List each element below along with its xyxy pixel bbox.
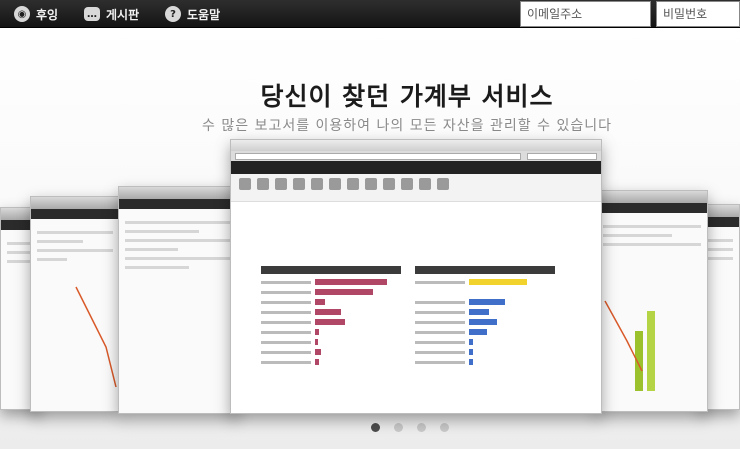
nav-help-label: 도움말	[187, 7, 221, 22]
nav-help[interactable]: ? 도움말	[165, 0, 220, 28]
nav-home[interactable]: ◉ 후잉	[14, 0, 58, 28]
carousel-dot-2[interactable]	[394, 423, 403, 432]
report-screenshot-right-1	[596, 190, 708, 412]
report-screenshot-main	[230, 139, 602, 414]
hero-subtitle: 수 많은 보고서를 이용하여 나의 모든 자산을 관리할 수 있습니다	[202, 118, 612, 134]
bar-chart-thumbnail	[604, 300, 655, 391]
report-screenshot-left-2	[30, 196, 120, 412]
carousel-dot-3[interactable]	[417, 423, 426, 432]
top-nav-bar: ◉ 후잉 … 게시판 ? 도움말	[0, 0, 740, 28]
carousel-dot-1[interactable]	[371, 423, 380, 432]
nav-board[interactable]: … 게시판	[84, 0, 139, 28]
email-input[interactable]	[520, 1, 651, 27]
carousel-dot-4[interactable]	[440, 423, 449, 432]
password-input[interactable]	[656, 1, 740, 27]
carousel-pager	[371, 423, 449, 432]
nav-home-label: 후잉	[36, 7, 59, 22]
question-icon: ?	[165, 6, 181, 22]
hero-title: 당신이 찾던 가계부 서비스	[260, 82, 554, 111]
nav-board-label: 게시판	[106, 7, 140, 22]
report-screenshot-left-1	[118, 186, 238, 414]
line-chart-thumbnail	[75, 286, 117, 388]
logo-icon: ◉	[14, 6, 30, 22]
chat-bubble-icon: …	[84, 7, 100, 21]
